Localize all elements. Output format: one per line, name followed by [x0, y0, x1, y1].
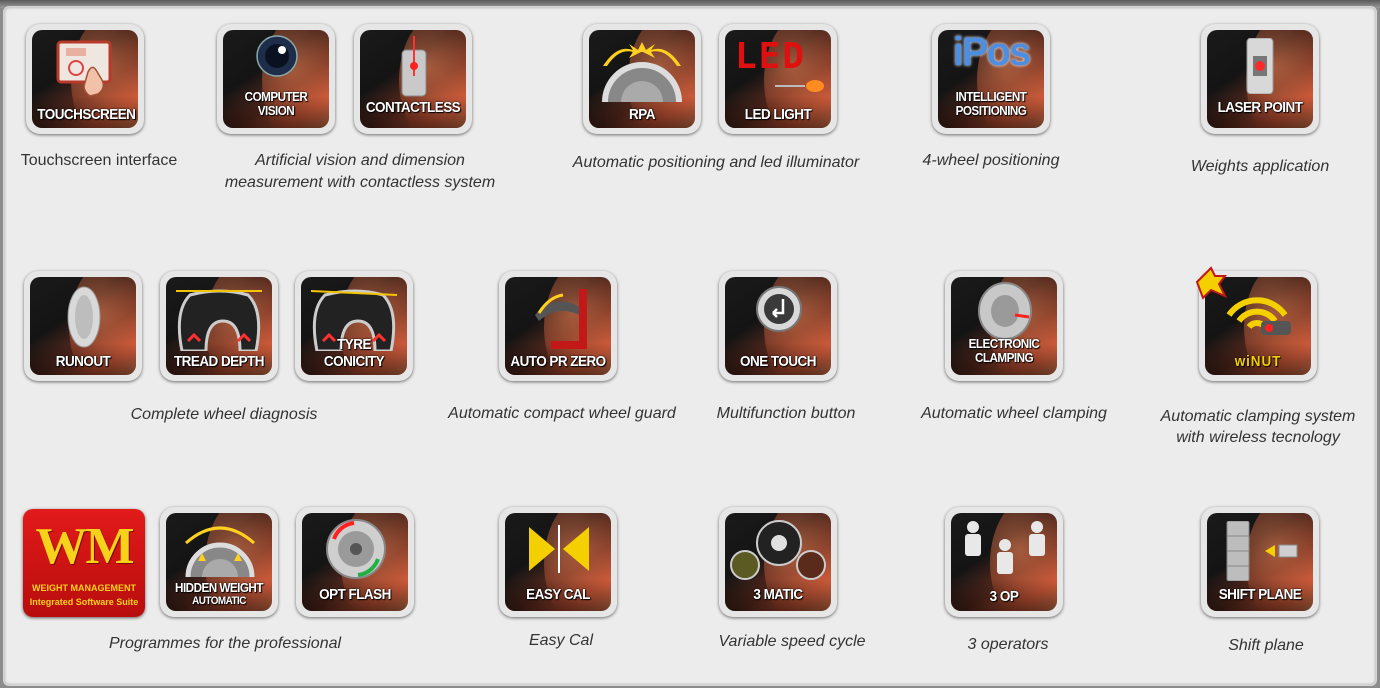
caption-button: Multifunction button [716, 405, 856, 422]
touchscreen-label: TOUCHSCREEN [37, 106, 136, 123]
winut-label: wiNUT [1234, 353, 1282, 370]
tyre-conicity-label: TYRE CONICITY [323, 336, 385, 370]
laser-point-icon [1246, 38, 1274, 94]
wm-logo: WM [35, 518, 134, 575]
caption-speed: Variable speed cycle [718, 633, 866, 650]
three-matic-tile[interactable]: 3 MATIC [719, 507, 837, 617]
shift-plane-tile[interactable]: SHIFT PLANE [1201, 507, 1319, 617]
caption-positioning: Automatic positioning and led illuminato… [572, 154, 860, 171]
caption-ipos: 4-wheel positioning [922, 152, 1060, 169]
caption-touchscreen: Touchscreen interface [20, 152, 178, 169]
caption-operators: 3 operators [967, 636, 1049, 653]
hidden-weight-label-group: HIDDEN WEIGHT AUTOMATIC [171, 580, 266, 608]
calibration-icon [529, 525, 589, 573]
opt-flash-label: OPT FLASH [319, 586, 391, 603]
weight-management-badge[interactable]: WM WEIGHT MANAGEMENT Integrated Software… [23, 509, 145, 617]
led-bulb-icon: LED [735, 36, 807, 77]
led-light-tile[interactable]: LED LED LIGHT [719, 24, 837, 134]
caption-easycal: Easy Cal [528, 632, 594, 649]
wifi-nut-icon [1226, 297, 1291, 335]
opt-wheel-icon [326, 519, 386, 579]
caption-programmes: Programmes for the professional [108, 635, 342, 652]
led-light-label: LED LIGHT [744, 106, 812, 123]
one-touch-label: ONE TOUCH [740, 353, 816, 370]
contactless-tile[interactable]: CONTACTLESS [354, 24, 472, 134]
rpa-tile[interactable]: RPA [583, 24, 701, 134]
auto-pr-zero-tile[interactable]: AUTO PR ZERO [499, 271, 617, 381]
tyre-section-icon [176, 289, 262, 351]
wm-line2: Integrated Software Suite [29, 597, 139, 607]
wheel-arrows-icon [602, 42, 682, 102]
wheel-runout-icon [67, 286, 101, 348]
caption-vision-1: Artificial vision and dimension [255, 152, 465, 169]
tread-depth-tile[interactable]: TREAD DEPTH [160, 271, 278, 381]
tread-depth-label: TREAD DEPTH [173, 353, 265, 370]
ipos-tile[interactable]: iPos INTELLIGENT POSITIONING [932, 24, 1050, 134]
caption-diagnosis: Complete wheel diagnosis [130, 406, 318, 423]
touchscreen-tile[interactable]: TOUCHSCREEN [26, 24, 144, 134]
hidden-weight-icon [185, 526, 255, 577]
ipos-logo: iPos [952, 30, 1031, 74]
one-touch-tile[interactable]: ONE TOUCH [719, 271, 837, 381]
wireless-badge-icon [1195, 266, 1228, 300]
speed-dials-icon [730, 520, 826, 580]
opt-flash-tile[interactable]: OPT FLASH [296, 507, 414, 617]
runout-label: RUNOUT [55, 353, 111, 370]
touch-hand-icon [56, 40, 112, 97]
runout-tile[interactable]: RUNOUT [24, 271, 142, 381]
hidden-weight-sub-label: AUTOMATIC [192, 595, 246, 607]
led-wire-icon [775, 80, 824, 92]
laser-point-tile[interactable]: LASER POINT [1201, 24, 1319, 134]
laser-point-label: LASER POINT [1217, 99, 1303, 116]
three-op-tile[interactable]: 3 OP [945, 507, 1063, 617]
electronic-clamping-label: ELECTRONIC CLAMPING [968, 336, 1040, 365]
hidden-weight-tile[interactable]: HIDDEN WEIGHT AUTOMATIC [160, 507, 278, 617]
easy-cal-tile[interactable]: EASY CAL [499, 507, 617, 617]
operators-icon [965, 521, 1045, 574]
laser-scan-icon [401, 36, 427, 97]
shift-plane-label: SHIFT PLANE [1218, 586, 1302, 603]
three-op-label: 3 OP [989, 588, 1019, 605]
computer-vision-tile[interactable]: COMPUTER VISION [217, 24, 335, 134]
wheel-guard-icon [535, 289, 587, 349]
contactless-label: CONTACTLESS [365, 99, 461, 116]
caption-clamping: Automatic wheel clamping [921, 405, 1107, 422]
caption-shift: Shift plane [1228, 637, 1304, 654]
auto-pr-zero-label: AUTO PR ZERO [510, 353, 606, 370]
shift-plane-icon [1226, 521, 1298, 581]
wm-line1: WEIGHT MANAGEMENT [32, 583, 136, 593]
clamped-wheel-icon [978, 282, 1032, 340]
caption-vision-2: measurement with contactless system [224, 174, 496, 191]
caption-wireless-2: with wireless tecnology [1176, 429, 1340, 446]
intelligent-positioning-label: INTELLIGENT POSITIONING [955, 89, 1027, 118]
caption-laser: Weights application [1190, 158, 1330, 175]
electronic-clamping-tile[interactable]: ELECTRONIC CLAMPING [945, 271, 1063, 381]
camera-lens-icon [256, 35, 298, 77]
tyre-conicity-tile[interactable]: TYRE CONICITY [295, 271, 413, 381]
push-button-icon [756, 286, 802, 332]
caption-wireless-1: Automatic clamping system [1160, 408, 1356, 425]
easy-cal-label: EASY CAL [526, 586, 590, 603]
three-matic-label: 3 MATIC [753, 586, 803, 603]
rpa-label: RPA [629, 106, 655, 123]
computer-vision-label: COMPUTER VISION [244, 89, 308, 118]
hidden-weight-label: HIDDEN WEIGHT [175, 580, 263, 595]
caption-guard: Automatic compact wheel guard [448, 405, 676, 422]
